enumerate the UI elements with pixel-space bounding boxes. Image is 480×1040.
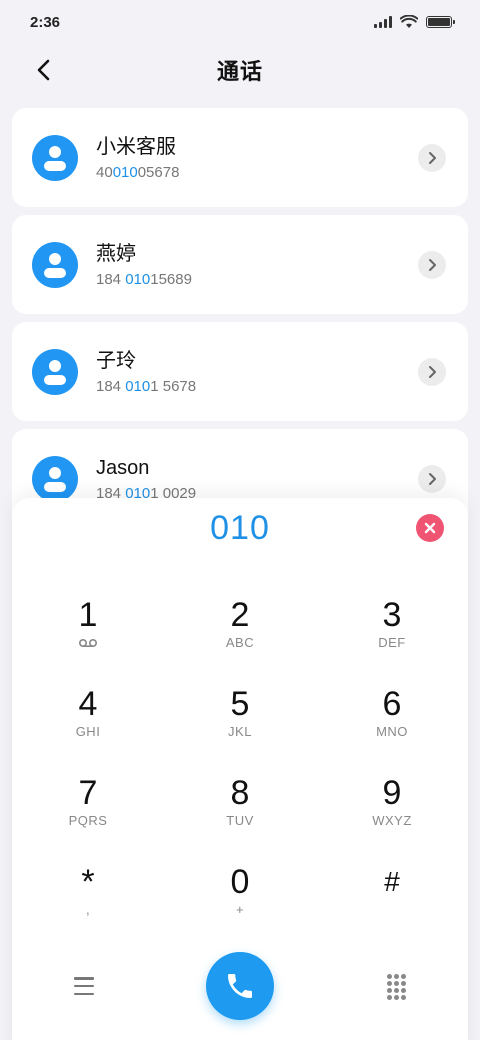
contact-card[interactable]: 小米客服 4001005678	[12, 108, 468, 207]
key-2[interactable]: 2 ABC	[164, 594, 316, 683]
dial-number-display[interactable]: 010	[12, 506, 468, 550]
chevron-right-icon	[429, 472, 436, 485]
key-digit: *	[81, 863, 95, 901]
contact-number: 184 01015689	[96, 271, 418, 289]
contact-number: 4001005678	[96, 164, 418, 182]
back-button[interactable]	[30, 56, 58, 84]
battery-icon	[426, 16, 455, 28]
contact-name: 子玲	[96, 349, 136, 372]
contact-name: Jason	[96, 456, 150, 479]
contact-card[interactable]: 燕婷 184 01015689	[12, 215, 468, 314]
keypad-grid: 1 2 ABC 3 DEF 4 GHI 5 JKL 6 MNO 7 PQRS 8…	[12, 594, 468, 950]
key-digit: 1	[78, 596, 98, 634]
dialpad-bottom-bar	[12, 952, 468, 1022]
key-digit: 9	[382, 774, 402, 812]
key-digit: 7	[78, 774, 98, 812]
chevron-left-icon	[37, 59, 50, 81]
contact-name: 小米客服	[96, 135, 176, 158]
key-digit: 0	[230, 863, 250, 901]
key-0[interactable]: 0 +	[164, 861, 316, 950]
chevron-right-icon	[429, 258, 436, 271]
key-letters: PQRS	[68, 813, 108, 828]
key-hash[interactable]: #	[316, 861, 468, 950]
voicemail-icon	[78, 638, 98, 648]
key-letters: ,	[85, 902, 91, 917]
contact-card[interactable]: 子玲 184 0101 5678	[12, 322, 468, 421]
avatar-icon	[32, 241, 78, 288]
number-match: 010	[125, 377, 151, 395]
key-digit: 4	[78, 685, 98, 723]
dialpad-panel: 010 1 2 ABC 3 DEF 4 GHI 5 JKL 6 MNO 7 PQ…	[12, 498, 468, 1040]
contact-detail-button[interactable]	[418, 464, 446, 493]
key-6[interactable]: 6 MNO	[316, 683, 468, 772]
clear-button[interactable]	[416, 514, 444, 542]
key-letters: TUV	[226, 813, 254, 828]
key-4[interactable]: 4 GHI	[12, 683, 164, 772]
key-7[interactable]: 7 PQRS	[12, 772, 164, 861]
number-suffix: 1 5678	[150, 377, 197, 395]
status-bar: 2:36	[0, 0, 480, 44]
chevron-right-icon	[429, 365, 436, 378]
key-letters: ABC	[225, 635, 255, 650]
key-letters: +	[235, 902, 245, 917]
number-prefix: 184	[96, 377, 126, 395]
contact-info: Jason 184 0101 0029	[96, 455, 418, 503]
key-digit: 2	[230, 596, 250, 634]
contact-name: 燕婷	[96, 242, 136, 265]
contact-info: 子玲 184 0101 5678	[96, 348, 418, 396]
header: 通话	[0, 44, 480, 96]
key-5[interactable]: 5 JKL	[164, 683, 316, 772]
contact-info: 燕婷 184 01015689	[96, 241, 418, 289]
keypad-icon[interactable]	[384, 974, 408, 1000]
key-digit: 8	[230, 774, 250, 812]
key-star[interactable]: * ,	[12, 861, 164, 950]
key-8[interactable]: 8 TUV	[164, 772, 316, 861]
key-letters: WXYZ	[372, 813, 412, 828]
status-time: 2:36	[30, 13, 61, 31]
number-suffix: 05678	[137, 163, 180, 181]
key-1[interactable]: 1	[12, 594, 164, 683]
key-letters: JKL	[228, 724, 252, 739]
status-icons	[374, 15, 455, 29]
call-button[interactable]	[206, 952, 274, 1020]
contact-detail-button[interactable]	[418, 250, 446, 279]
key-digit: 6	[382, 685, 402, 723]
page-title: 通话	[216, 59, 263, 84]
contact-detail-button[interactable]	[418, 143, 446, 172]
contact-info: 小米客服 4001005678	[96, 134, 418, 182]
wifi-icon	[400, 15, 418, 28]
key-digit: #	[384, 866, 400, 897]
number-prefix: 184	[96, 270, 126, 288]
key-3[interactable]: 3 DEF	[316, 594, 468, 683]
menu-icon[interactable]	[70, 974, 98, 998]
number-suffix: 15689	[150, 270, 192, 288]
key-digit: 5	[230, 685, 250, 723]
key-letters: GHI	[75, 724, 101, 739]
close-icon	[424, 522, 436, 534]
key-digit: 3	[382, 596, 402, 634]
phone-icon	[228, 974, 252, 998]
contact-list: 小米客服 4001005678 燕婷 184 01015689 子玲 184 0…	[12, 108, 468, 536]
key-9[interactable]: 9 WXYZ	[316, 772, 468, 861]
signal-icon	[374, 16, 392, 28]
number-match: 010	[125, 270, 151, 288]
chevron-right-icon	[429, 151, 436, 164]
avatar-icon	[32, 455, 78, 502]
number-match: 010	[112, 163, 138, 181]
contact-detail-button[interactable]	[418, 357, 446, 386]
avatar-icon	[32, 134, 78, 181]
number-prefix: 40	[96, 163, 113, 181]
avatar-icon	[32, 348, 78, 395]
contact-number: 184 0101 5678	[96, 378, 418, 396]
key-letters: MNO	[376, 724, 408, 739]
key-letters: DEF	[378, 635, 406, 650]
